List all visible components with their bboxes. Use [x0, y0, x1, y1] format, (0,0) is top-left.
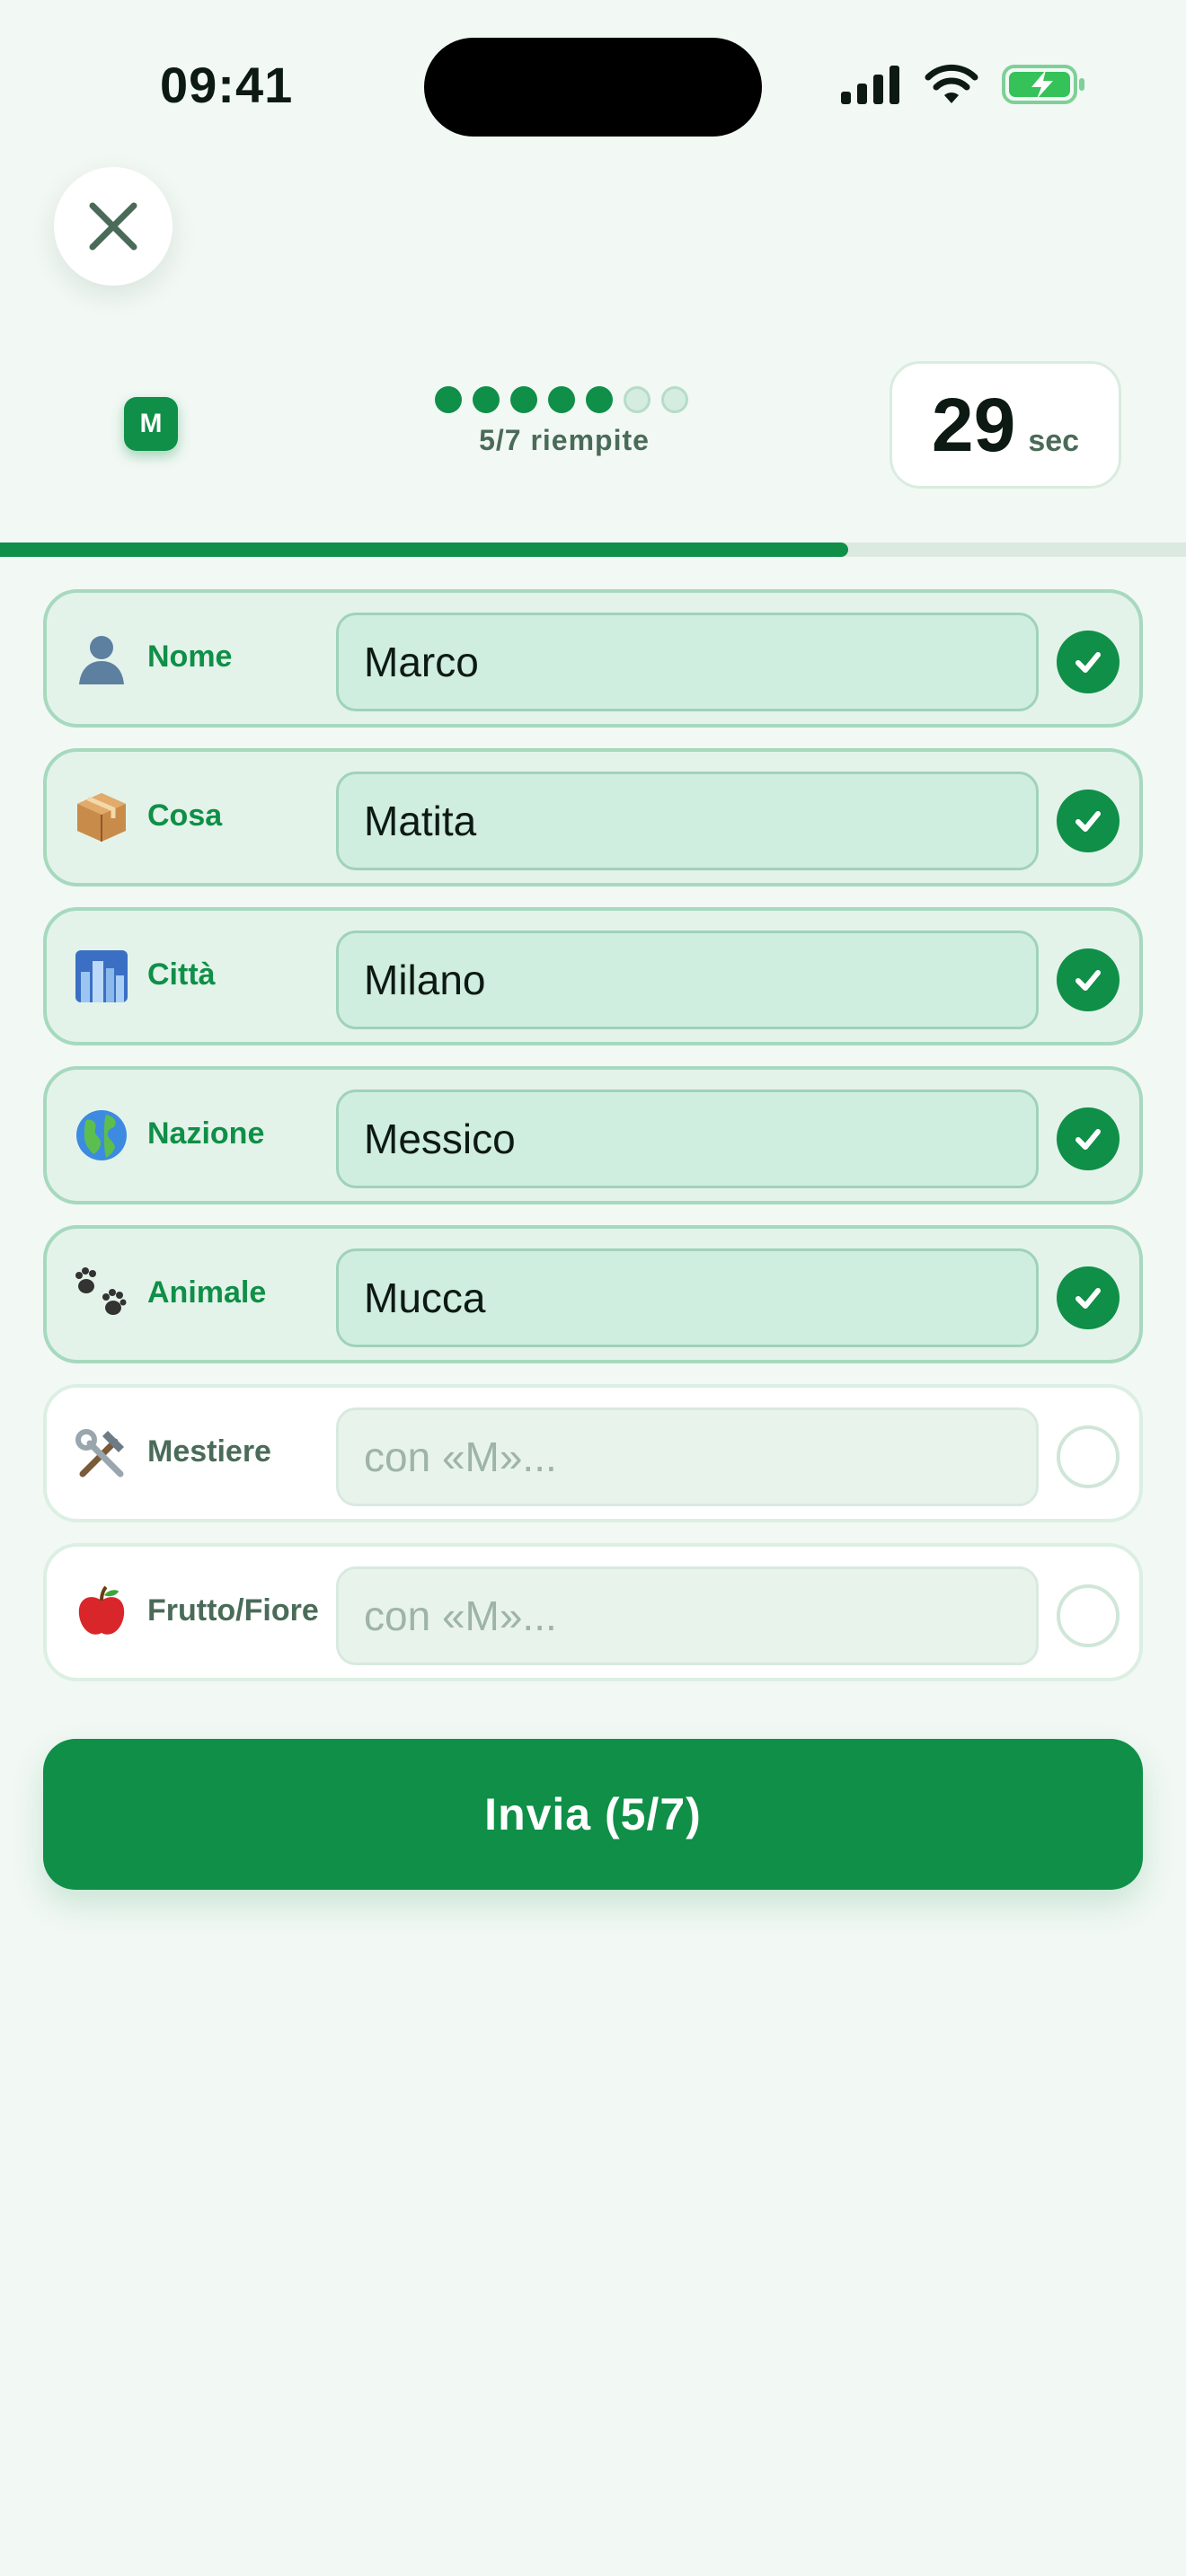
close-button[interactable]: [54, 167, 173, 286]
progress-dot-filled: [548, 386, 575, 413]
progress-dot-filled: [435, 386, 462, 413]
city-icon: [74, 948, 129, 1004]
answer-input[interactable]: [336, 931, 1039, 1029]
empty-circle-icon: [1057, 1425, 1120, 1488]
answer-row: Mestiere: [43, 1384, 1143, 1522]
check-icon: [1057, 631, 1120, 693]
progress-dot-filled: [473, 386, 500, 413]
answer-input[interactable]: [336, 1090, 1039, 1188]
answer-input[interactable]: [336, 613, 1039, 711]
answer-label: Animale: [147, 1275, 267, 1310]
battery-charging-icon: [1002, 65, 1084, 104]
status-icons: [839, 59, 1087, 110]
answer-input[interactable]: [336, 772, 1039, 870]
answer-row: Animale: [43, 1225, 1143, 1363]
check-icon: [1057, 1266, 1120, 1329]
status-time: 09:41: [160, 57, 294, 113]
signal-icon: [841, 66, 899, 104]
wifi-icon: [925, 64, 978, 103]
globe-icon: [74, 1107, 129, 1163]
answer-input[interactable]: [336, 1407, 1039, 1506]
paw-prints-icon: [74, 1266, 129, 1322]
letter-badge: M: [124, 397, 178, 451]
dynamic-island: [424, 38, 762, 137]
answer-label: Città: [147, 957, 216, 992]
answer-input[interactable]: [336, 1566, 1039, 1665]
answer-input[interactable]: [336, 1248, 1039, 1347]
person-silhouette-icon: [74, 631, 129, 686]
check-icon: [1057, 948, 1120, 1011]
submit-button[interactable]: Invia (5/7): [43, 1739, 1143, 1890]
answer-row: Frutto/Fiore: [43, 1543, 1143, 1681]
close-icon: [89, 202, 137, 251]
package-icon: [74, 790, 129, 845]
answer-label: Nazione: [147, 1116, 265, 1151]
timer-value: 29: [931, 383, 1016, 467]
hammer-wrench-icon: [74, 1425, 129, 1481]
timer-unit: sec: [1028, 424, 1080, 458]
progress-dot-filled: [586, 386, 613, 413]
answer-label: Cosa: [147, 798, 223, 833]
progress-dot-empty: [624, 386, 651, 413]
answer-label: Mestiere: [147, 1434, 271, 1469]
progress-dot-filled: [510, 386, 537, 413]
answer-row: Città: [43, 907, 1143, 1045]
progress-fill: [0, 543, 848, 557]
answer-row: Nome: [43, 589, 1143, 728]
apple-icon: [74, 1584, 129, 1640]
progress-dot-empty: [661, 386, 688, 413]
empty-circle-icon: [1057, 1584, 1120, 1647]
answer-label: Nome: [147, 640, 233, 674]
answer-row: Cosa: [43, 748, 1143, 887]
filled-count: 5/7 riempite: [479, 424, 650, 456]
check-icon: [1057, 790, 1120, 852]
check-icon: [1057, 1107, 1120, 1170]
answer-row: Nazione: [43, 1066, 1143, 1204]
timer: 29 sec: [890, 361, 1121, 489]
answer-label: Frutto/Fiore: [147, 1593, 319, 1628]
progress-dots: [435, 386, 688, 413]
